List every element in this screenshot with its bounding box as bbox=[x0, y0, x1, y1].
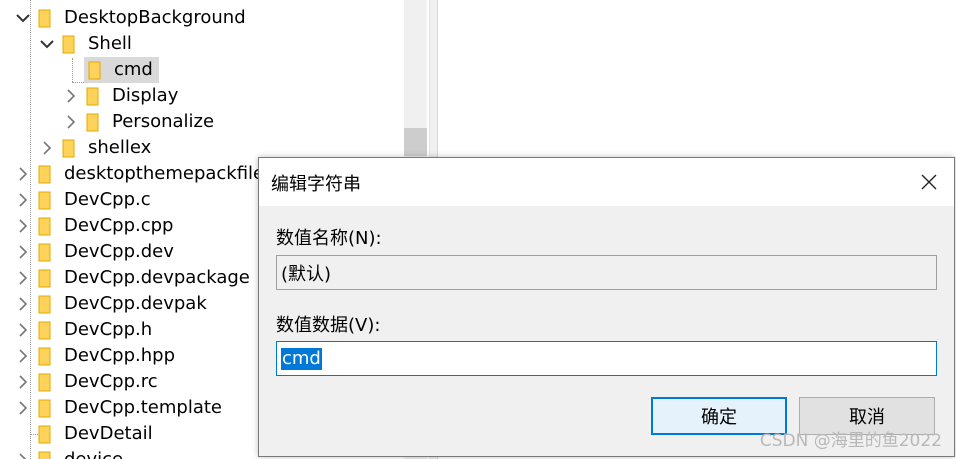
tree-item-shellex[interactable]: shellex bbox=[38, 135, 153, 161]
folder-icon bbox=[88, 60, 104, 80]
chevron-down-icon[interactable] bbox=[38, 31, 56, 57]
tree-scrollbar-thumb[interactable] bbox=[404, 128, 427, 156]
chevron-right-icon[interactable] bbox=[14, 291, 32, 317]
chevron-right-icon[interactable] bbox=[14, 395, 32, 421]
tree-item-personalize[interactable]: Personalize bbox=[62, 109, 216, 135]
tree-item-cmd[interactable]: cmd bbox=[84, 57, 159, 83]
tree-item-devcpp-c[interactable]: DevCpp.c bbox=[14, 187, 153, 213]
chevron-right-icon[interactable] bbox=[38, 135, 56, 161]
tree-item-label: DesktopBackground bbox=[64, 7, 246, 28]
folder-icon bbox=[38, 346, 54, 366]
tree-item-label: DevCpp.template bbox=[64, 397, 222, 418]
folder-icon bbox=[38, 8, 54, 28]
tree-item-devcpp-devpak[interactable]: DevCpp.devpak bbox=[14, 291, 209, 317]
chevron-right-icon[interactable] bbox=[14, 343, 32, 369]
tree-item-devcpp-cpp[interactable]: DevCpp.cpp bbox=[14, 213, 175, 239]
chevron-right-icon[interactable] bbox=[62, 83, 80, 109]
folder-icon bbox=[38, 372, 54, 392]
tree-item-devcpp-template[interactable]: DevCpp.template bbox=[14, 395, 224, 421]
close-icon[interactable] bbox=[910, 163, 948, 201]
folder-icon bbox=[86, 112, 102, 132]
tree-item-label: desktopthemepackfile bbox=[64, 163, 265, 184]
edit-string-dialog: 编辑字符串 数值名称(N): (默认) 数值数据(V): cmd 确定 取消 bbox=[258, 157, 955, 457]
tree-item-devcpp-h[interactable]: DevCpp.h bbox=[14, 317, 154, 343]
tree-connector bbox=[72, 58, 73, 82]
tree-item-label: cmd bbox=[114, 59, 153, 80]
tree-item-label: DevCpp.c bbox=[64, 189, 151, 210]
tree-item-devcpp-rc[interactable]: DevCpp.rc bbox=[14, 369, 160, 395]
value-name-text: (默认) bbox=[281, 263, 332, 285]
tree-item-label: DevCpp.rc bbox=[64, 371, 158, 392]
tree-item-desktopthemepackfile[interactable]: desktopthemepackfile bbox=[14, 161, 266, 187]
value-data-label: 数值数据(V): bbox=[276, 315, 381, 336]
tree-item-label: Personalize bbox=[112, 111, 215, 132]
dialog-titlebar[interactable]: 编辑字符串 bbox=[259, 158, 954, 206]
tree-item-devcpp-devpackage[interactable]: DevCpp.devpackage bbox=[14, 265, 252, 291]
value-name-label: 数值名称(N): bbox=[276, 228, 382, 249]
watermark: CSDN @海里的鱼2022 bbox=[759, 431, 942, 451]
tree-item-shell[interactable]: Shell bbox=[38, 31, 134, 57]
folder-icon bbox=[38, 320, 54, 340]
tree-item-label: Display bbox=[112, 85, 179, 106]
chevron-right-icon[interactable] bbox=[14, 161, 32, 187]
folder-icon bbox=[38, 398, 54, 418]
tree-item-label: DevCpp.devpak bbox=[64, 293, 207, 314]
folder-icon bbox=[38, 242, 54, 262]
tree-item-label: device bbox=[62, 447, 125, 459]
tree-item-label: shellex bbox=[88, 137, 152, 158]
selected-item-highlight: cmd bbox=[84, 57, 159, 83]
folder-icon bbox=[38, 216, 54, 236]
tree-item-label: DevCpp.devpackage bbox=[64, 267, 250, 288]
chevron-right-icon[interactable] bbox=[14, 317, 32, 343]
folder-icon bbox=[62, 138, 78, 158]
tree-item-display[interactable]: Display bbox=[62, 83, 180, 109]
tree-item-devcpp-dev[interactable]: DevCpp.dev bbox=[14, 239, 176, 265]
value-name-field: (默认) bbox=[276, 255, 937, 290]
folder-icon bbox=[38, 190, 54, 210]
chevron-right-icon[interactable] bbox=[14, 187, 32, 213]
tree-item-label: DevCpp.cpp bbox=[64, 215, 174, 236]
tree-item-label: DevCpp.hpp bbox=[64, 345, 175, 366]
tree-item-desktopbackground[interactable]: DesktopBackground bbox=[14, 5, 248, 31]
tree-item-label: DevDetail bbox=[64, 423, 153, 444]
dialog-title: 编辑字符串 bbox=[271, 174, 361, 195]
tree-item-label: DevCpp.h bbox=[64, 319, 153, 340]
folder-icon bbox=[86, 86, 102, 106]
chevron-down-icon[interactable] bbox=[14, 5, 32, 31]
tree-item-device[interactable]: device bbox=[14, 447, 125, 459]
tree-item-label: DevCpp.dev bbox=[64, 241, 174, 262]
tree-item-devcpp-hpp[interactable]: DevCpp.hpp bbox=[14, 343, 177, 369]
folder-icon bbox=[62, 34, 78, 54]
chevron-right-icon[interactable] bbox=[14, 369, 32, 395]
folder-icon bbox=[38, 424, 54, 444]
tree-item-devdetail[interactable]: DevDetail bbox=[38, 421, 155, 447]
tree-item-label: Shell bbox=[88, 33, 132, 54]
folder-icon bbox=[38, 294, 54, 314]
value-data-input[interactable]: cmd bbox=[276, 341, 937, 376]
folder-icon bbox=[38, 164, 54, 184]
value-data-text: cmd bbox=[281, 347, 322, 370]
folder-icon bbox=[38, 268, 54, 288]
chevron-right-icon[interactable] bbox=[14, 213, 32, 239]
chevron-right-icon[interactable] bbox=[14, 265, 32, 291]
folder-icon bbox=[38, 450, 54, 459]
chevron-right-icon[interactable] bbox=[14, 239, 32, 265]
chevron-right-icon[interactable] bbox=[14, 447, 32, 459]
chevron-right-icon[interactable] bbox=[62, 109, 80, 135]
